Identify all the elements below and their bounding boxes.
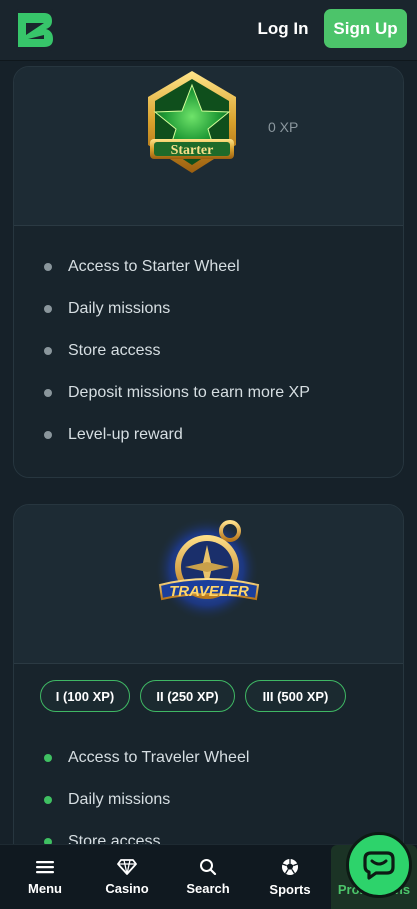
list-item: Deposit missions to earn more XP bbox=[44, 381, 310, 405]
chat-button[interactable] bbox=[346, 832, 412, 898]
bullet-icon bbox=[44, 263, 52, 271]
search-icon bbox=[200, 859, 217, 875]
tier-pill-1[interactable]: I (100 XP) bbox=[40, 680, 130, 712]
list-item: Daily missions bbox=[44, 297, 170, 321]
list-item: Access to Traveler Wheel bbox=[44, 746, 249, 770]
level-card-header: TRAVELER bbox=[14, 505, 403, 663]
bullet-icon bbox=[44, 389, 52, 397]
perk-label: Access to Traveler Wheel bbox=[68, 749, 250, 766]
starter-badge-text: Starter bbox=[171, 143, 214, 158]
login-button[interactable]: Log In bbox=[252, 12, 314, 46]
list-item: Store access bbox=[44, 339, 160, 363]
tier-pill-3[interactable]: III (500 XP) bbox=[245, 680, 346, 712]
perk-label: Deposit missions to earn more XP bbox=[68, 384, 310, 401]
list-item: Level-up reward bbox=[44, 423, 183, 447]
bullet-icon bbox=[44, 347, 52, 355]
nav-label: Menu bbox=[28, 880, 62, 896]
ball-icon bbox=[282, 858, 298, 875]
xp-value: 0 XP bbox=[268, 119, 299, 135]
signup-button[interactable]: Sign Up bbox=[324, 9, 407, 48]
list-item: Access to Starter Wheel bbox=[44, 255, 240, 279]
traveler-badge-text: TRAVELER bbox=[169, 583, 249, 600]
level-card-starter: Starter 0 XP Access to Starter Wheel Dai… bbox=[13, 66, 404, 478]
tier-pill-2[interactable]: II (250 XP) bbox=[140, 680, 235, 712]
bullet-icon bbox=[44, 305, 52, 313]
nav-sports[interactable]: Sports bbox=[249, 845, 331, 909]
perk-label: Store access bbox=[68, 342, 161, 359]
perk-label: Daily missions bbox=[68, 300, 171, 317]
nav-label: Sports bbox=[269, 881, 311, 897]
brand-logo-icon[interactable] bbox=[14, 9, 56, 51]
bullet-icon bbox=[44, 796, 52, 804]
bullet-icon bbox=[44, 754, 52, 762]
menu-icon bbox=[36, 860, 54, 873]
diamond-icon bbox=[117, 858, 137, 875]
nav-menu[interactable]: Menu bbox=[4, 845, 86, 909]
perk-list: Access to Starter Wheel Daily missions S… bbox=[14, 226, 403, 477]
level-card-header: Starter 0 XP bbox=[14, 67, 403, 225]
nav-label: Casino bbox=[105, 880, 149, 896]
nav-label: Search bbox=[186, 881, 230, 896]
list-item: Daily missions bbox=[44, 788, 170, 812]
nav-search[interactable]: Search bbox=[167, 845, 249, 909]
perk-label: Daily missions bbox=[68, 791, 171, 808]
top-header: Log In Sign Up bbox=[0, 0, 417, 61]
perk-label: Access to Starter Wheel bbox=[68, 258, 240, 275]
nav-casino[interactable]: Casino bbox=[86, 845, 168, 909]
bullet-icon bbox=[44, 431, 52, 439]
chat-icon bbox=[363, 851, 395, 880]
traveler-compass-badge-icon: TRAVELER bbox=[152, 511, 266, 621]
starter-star-badge-icon: Starter bbox=[132, 67, 252, 187]
perk-label: Level-up reward bbox=[68, 426, 183, 443]
